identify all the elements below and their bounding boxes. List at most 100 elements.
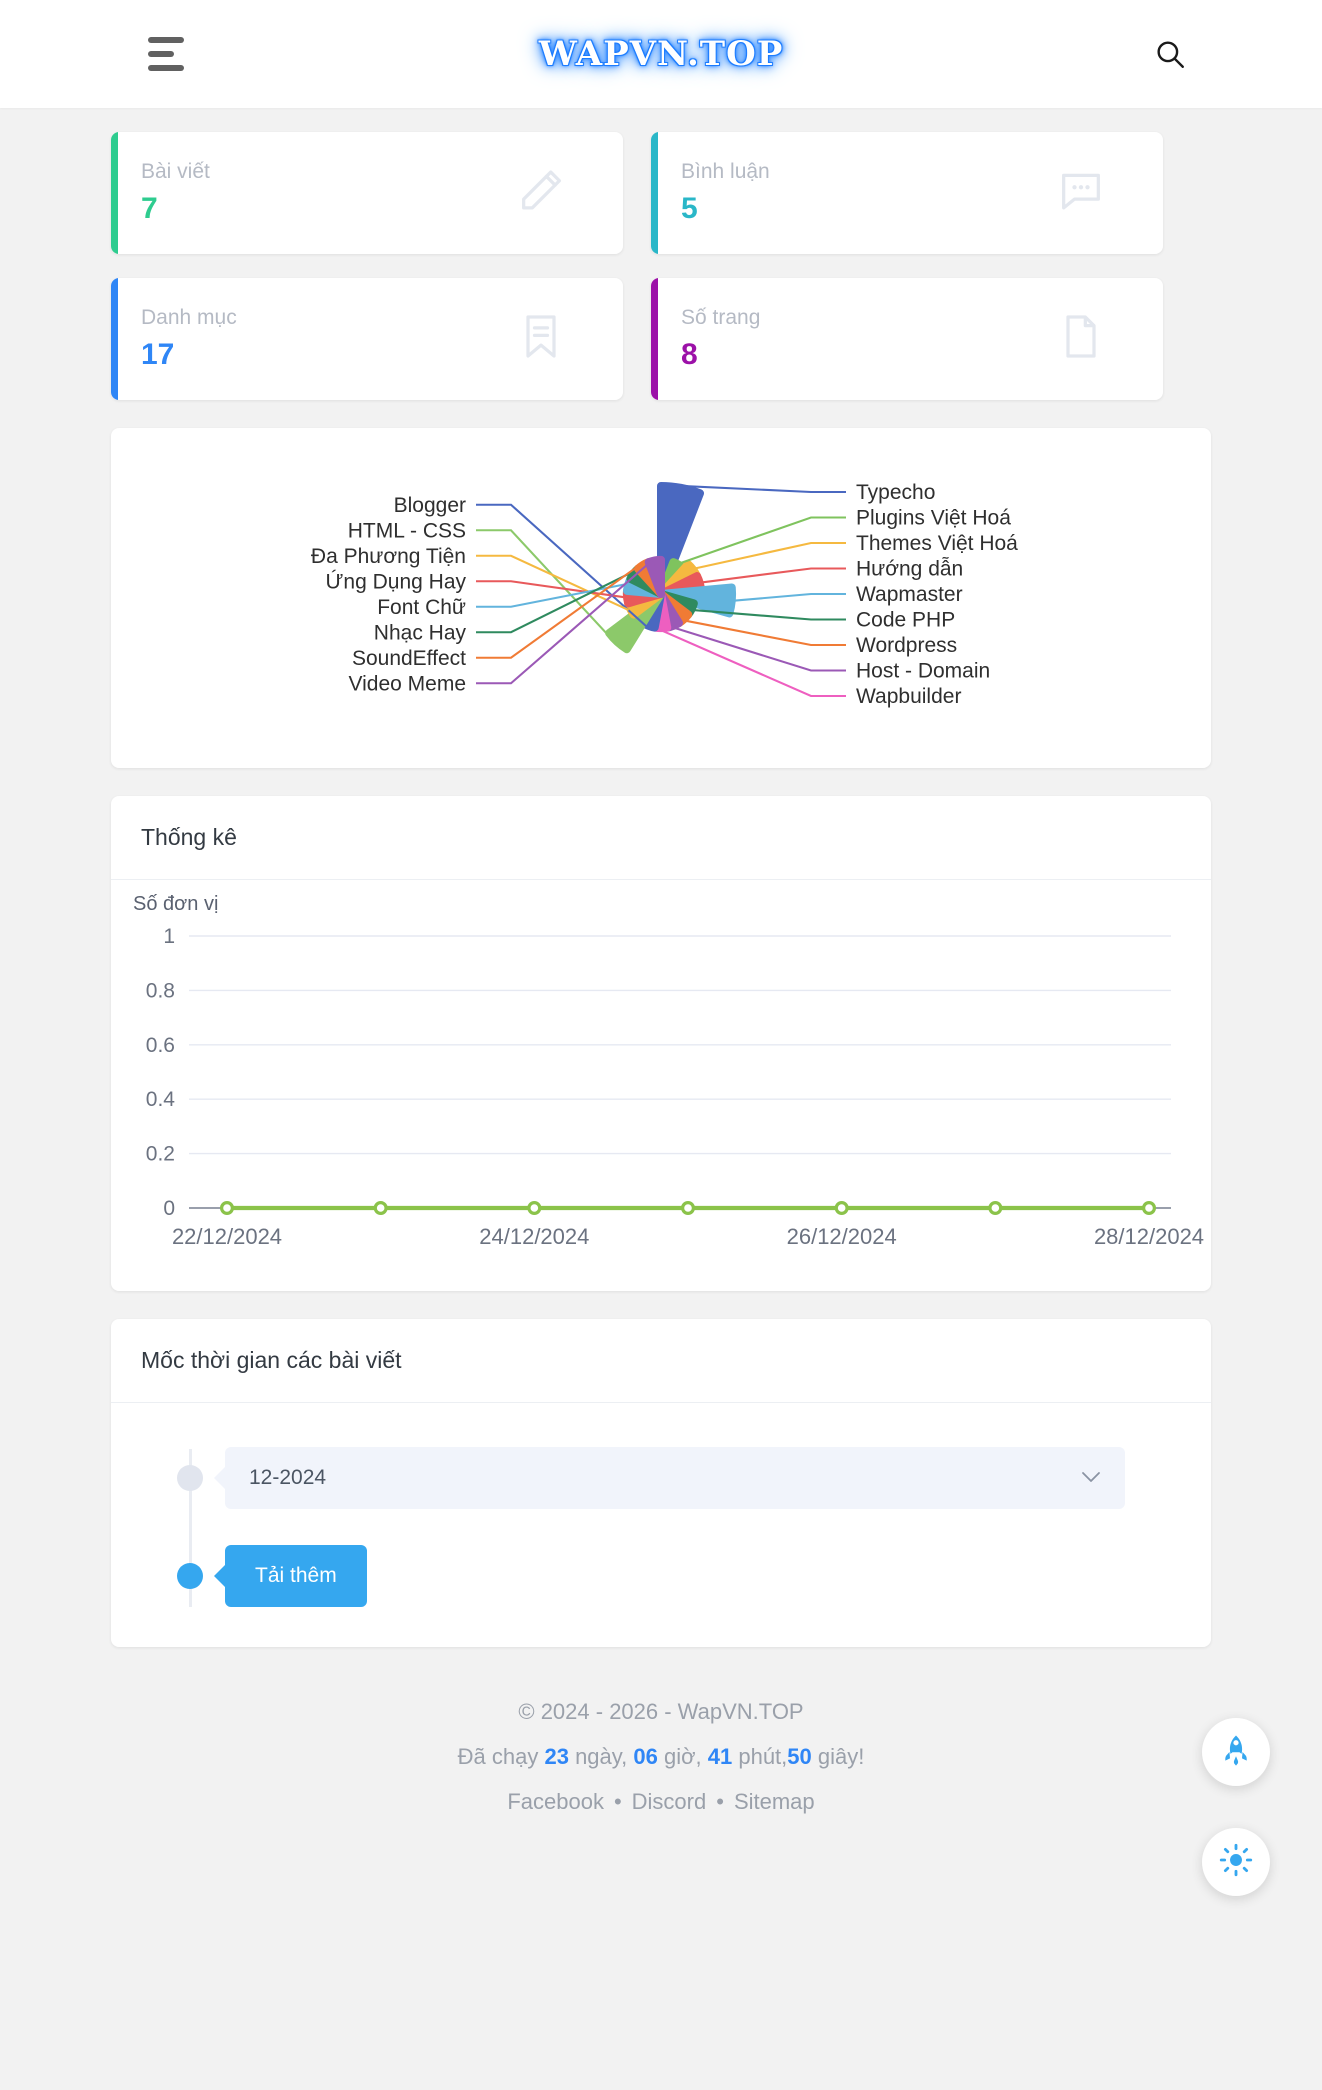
- footer-separator: •: [716, 1789, 724, 1815]
- card-accent-bar: [651, 132, 658, 254]
- x-axis-tick: 22/12/2024: [172, 1224, 282, 1249]
- stat-value: 17: [141, 338, 175, 371]
- stat-label: Danh mục: [141, 306, 237, 329]
- pie-slice-label: Hướng dẫn: [856, 558, 963, 581]
- uptime-seconds-unit: giây!: [811, 1744, 865, 1770]
- stat-label: Bình luận: [681, 160, 770, 183]
- pie-slice-label: Wordpress: [856, 634, 957, 657]
- pie-leader-line: [476, 503, 649, 629]
- site-header: WAPVN.TOP: [0, 0, 1322, 108]
- timeline-title: Mốc thời gian các bài viết: [111, 1319, 1211, 1403]
- month-selector-label: 12-2024: [249, 1466, 327, 1489]
- footer-links: Facebook • Discord • Sitemap: [0, 1779, 1322, 1824]
- y-axis-tick: 1: [163, 925, 175, 948]
- uptime-days-unit: ngày,: [568, 1744, 634, 1770]
- load-more-button[interactable]: Tải thêm: [225, 1545, 367, 1607]
- pie-slice-label: HTML - CSS: [348, 519, 466, 542]
- pie-slice-label: Nhạc Hay: [374, 621, 467, 644]
- footer-link-facebook[interactable]: Facebook: [507, 1789, 604, 1814]
- pie-slice-label: Themes Việt Hoá: [856, 532, 1018, 555]
- comment-icon: [1055, 165, 1107, 222]
- page-content: Bài viết 7 Bình luận 5 Danh mục 17 Số tr…: [0, 108, 1322, 1862]
- pie-slice-label: Host - Domain: [856, 660, 990, 683]
- scroll-to-top-button[interactable]: [1202, 1718, 1270, 1786]
- statistics-panel: Thống kê Số đơn vị 1 0.8 0.6 0.4 0.2 0 22/12/20…: [111, 796, 1211, 1291]
- card-accent-bar: [651, 278, 658, 400]
- pie-slice-label: Video Meme: [348, 672, 466, 695]
- uptime-seconds: 50: [787, 1744, 812, 1770]
- pie-leader-line: [660, 629, 846, 698]
- y-axis-tick: 0.8: [146, 979, 175, 1002]
- stat-label: Số trang: [681, 306, 761, 329]
- pie-slice-label: Code PHP: [856, 609, 955, 632]
- stat-label: Bài viết: [141, 160, 210, 183]
- data-point[interactable]: [527, 1201, 542, 1216]
- category-pie-chart[interactable]: Typecho Plugins Việt HoáThemes Việt Hoá Hư…: [151, 428, 1171, 768]
- data-point[interactable]: [680, 1201, 695, 1216]
- theme-toggle-button[interactable]: [1202, 1828, 1270, 1896]
- hamburger-bar: [148, 37, 184, 43]
- sun-icon: [1219, 1843, 1253, 1882]
- x-axis-tick: 26/12/2024: [787, 1224, 897, 1249]
- stat-card-categories[interactable]: Danh mục 17: [111, 278, 623, 400]
- statistics-line-chart[interactable]: Số đơn vị 1 0.8 0.6 0.4 0.2 0 22/12/2024 24/12/2…: [111, 890, 1209, 1280]
- footer-link-discord[interactable]: Discord: [632, 1789, 707, 1814]
- hamburger-bar: [148, 65, 184, 71]
- footer-separator: •: [613, 1789, 622, 1815]
- pie-slice-label: Blogger: [394, 494, 466, 517]
- hamburger-bar: [148, 51, 174, 57]
- pie-leader-line: [733, 592, 846, 602]
- timeline-dot: [177, 1465, 203, 1491]
- footer-link-sitemap[interactable]: Sitemap: [734, 1789, 815, 1814]
- chevron-down-icon: [1081, 1468, 1101, 1488]
- x-axis-tick: 28/12/2024: [1094, 1224, 1204, 1249]
- card-accent-bar: [111, 132, 118, 254]
- uptime-hours: 06: [633, 1744, 658, 1770]
- panel-title: Thống kê: [111, 796, 1211, 880]
- pie-slice-label: SoundEffect: [352, 647, 466, 670]
- data-point[interactable]: [834, 1201, 849, 1216]
- month-selector[interactable]: 12-2024: [225, 1447, 1125, 1509]
- y-axis-tick: 0.6: [146, 1034, 175, 1057]
- search-icon[interactable]: [1150, 34, 1190, 74]
- data-point[interactable]: [373, 1201, 388, 1216]
- category-chart-wrap: Typecho Plugins Việt Hoá Themes Việt Hoá Hư…: [111, 428, 1211, 768]
- footer-uptime: Đã chạy 23 ngày, 06 giờ, 41 phút,50 giây…: [0, 1734, 1322, 1779]
- pie-leader-line: [681, 484, 846, 494]
- stat-value: 5: [681, 192, 698, 225]
- uptime-minutes-unit: phút,: [732, 1744, 788, 1770]
- y-axis-label: Số đơn vị: [133, 893, 218, 915]
- pie-leader-line: [685, 619, 846, 647]
- y-axis-tick: 0: [163, 1197, 175, 1220]
- pie-slice-label: Plugins Việt Hoá: [856, 507, 1011, 530]
- data-point[interactable]: [988, 1201, 1003, 1216]
- pie-slice-label: Font Chữ: [377, 596, 466, 619]
- card-accent-bar: [111, 278, 118, 400]
- site-logo[interactable]: WAPVN.TOP: [539, 34, 784, 74]
- y-axis-tick: 0.4: [146, 1088, 176, 1111]
- statistics-body: Số đơn vị 1 0.8 0.6 0.4 0.2 0 22/12/2024 24/12/2…: [111, 880, 1211, 1291]
- pie-slice-label: Đa Phương Tiện: [311, 545, 466, 568]
- page-icon: [1055, 311, 1107, 368]
- hamburger-icon[interactable]: [148, 37, 188, 71]
- timeline-item-load-more: Tải thêm: [153, 1545, 1211, 1607]
- pie-slice-label: Wapbuilder: [856, 685, 961, 708]
- stat-card-pages[interactable]: Số trang 8: [651, 278, 1163, 400]
- stat-card-comments[interactable]: Bình luận 5: [651, 132, 1163, 254]
- timeline-panel: Mốc thời gian các bài viết 12-2024 Tải t…: [111, 1319, 1211, 1647]
- x-axis-tick: 24/12/2024: [479, 1224, 589, 1249]
- data-point[interactable]: [1141, 1201, 1156, 1216]
- uptime-days: 23: [544, 1744, 569, 1770]
- stat-card-posts[interactable]: Bài viết 7: [111, 132, 623, 254]
- uptime-prefix: Đã chạy: [457, 1744, 545, 1770]
- uptime-minutes: 41: [707, 1744, 733, 1770]
- timeline-dot-active: [177, 1563, 203, 1589]
- footer-copyright: © 2024 - 2026 - WapVN.TOP: [518, 1699, 804, 1724]
- y-axis-tick: 0.2: [146, 1143, 175, 1166]
- timeline: 12-2024 Tải thêm: [111, 1413, 1211, 1641]
- uptime-hours-unit: giờ,: [657, 1744, 708, 1770]
- pie-slice-label: Typecho: [856, 481, 935, 504]
- pie-slice-label: Ứng Dụng Hay: [325, 570, 466, 593]
- timeline-item: 12-2024: [153, 1447, 1211, 1509]
- data-point[interactable]: [219, 1201, 234, 1216]
